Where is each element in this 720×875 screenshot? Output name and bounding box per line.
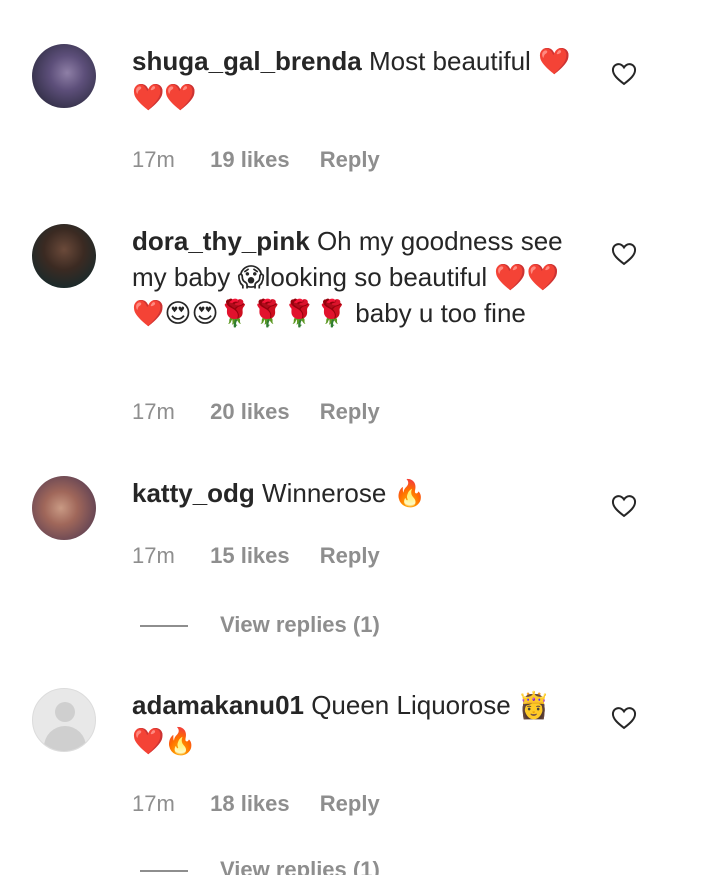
comment-likes[interactable]: 18 likes bbox=[210, 789, 290, 819]
divider bbox=[140, 625, 188, 628]
view-replies-button[interactable]: View replies (1) bbox=[140, 610, 380, 640]
comment-text: adamakanu01 Queen Liquorose 👸❤️🔥 bbox=[132, 687, 582, 759]
comment-likes[interactable]: 19 likes bbox=[210, 145, 290, 175]
avatar[interactable] bbox=[32, 44, 96, 108]
avatar[interactable] bbox=[32, 688, 96, 752]
reply-button[interactable]: Reply bbox=[320, 147, 380, 172]
comment-username[interactable]: shuga_gal_brenda bbox=[132, 46, 362, 76]
comment-meta: 17m 18 likes Reply bbox=[132, 789, 380, 819]
divider bbox=[140, 870, 188, 873]
comment-text: katty_odg Winnerose 🔥 bbox=[132, 475, 582, 511]
comment-meta: 17m 19 likes Reply bbox=[132, 145, 380, 175]
comment-body: Winnerose 🔥 bbox=[254, 478, 426, 508]
avatar[interactable] bbox=[32, 476, 96, 540]
reply-button[interactable]: Reply bbox=[320, 791, 380, 816]
avatar[interactable] bbox=[32, 224, 96, 288]
heart-outline-icon[interactable] bbox=[610, 240, 638, 268]
comment-time: 17m bbox=[132, 399, 175, 424]
heart-outline-icon[interactable] bbox=[610, 492, 638, 520]
comment-username[interactable]: dora_thy_pink bbox=[132, 226, 310, 256]
comment-likes[interactable]: 20 likes bbox=[210, 397, 290, 427]
comment-username[interactable]: adamakanu01 bbox=[132, 690, 304, 720]
view-replies-button[interactable]: View replies (1) bbox=[140, 855, 380, 875]
avatar-placeholder-head bbox=[55, 702, 75, 722]
avatar-placeholder-body bbox=[44, 726, 86, 751]
comment-time: 17m bbox=[132, 147, 175, 172]
comment-text: dora_thy_pink Oh my goodness see my baby… bbox=[132, 223, 582, 331]
comment-meta: 17m 15 likes Reply bbox=[132, 541, 380, 571]
comment-likes[interactable]: 15 likes bbox=[210, 541, 290, 571]
comment-feed: shuga_gal_brenda Most beautiful ❤️❤️❤️ 1… bbox=[0, 0, 720, 875]
comment-text: shuga_gal_brenda Most beautiful ❤️❤️❤️ bbox=[132, 43, 582, 115]
reply-button[interactable]: Reply bbox=[320, 399, 380, 424]
view-replies-label[interactable]: View replies (1) bbox=[220, 857, 380, 875]
comment-time: 17m bbox=[132, 543, 175, 568]
reply-button[interactable]: Reply bbox=[320, 543, 380, 568]
comment-time: 17m bbox=[132, 791, 175, 816]
heart-outline-icon[interactable] bbox=[610, 60, 638, 88]
heart-outline-icon[interactable] bbox=[610, 704, 638, 732]
comment-meta: 17m 20 likes Reply bbox=[132, 397, 380, 427]
comment-username[interactable]: katty_odg bbox=[132, 478, 255, 508]
view-replies-label[interactable]: View replies (1) bbox=[220, 612, 380, 637]
